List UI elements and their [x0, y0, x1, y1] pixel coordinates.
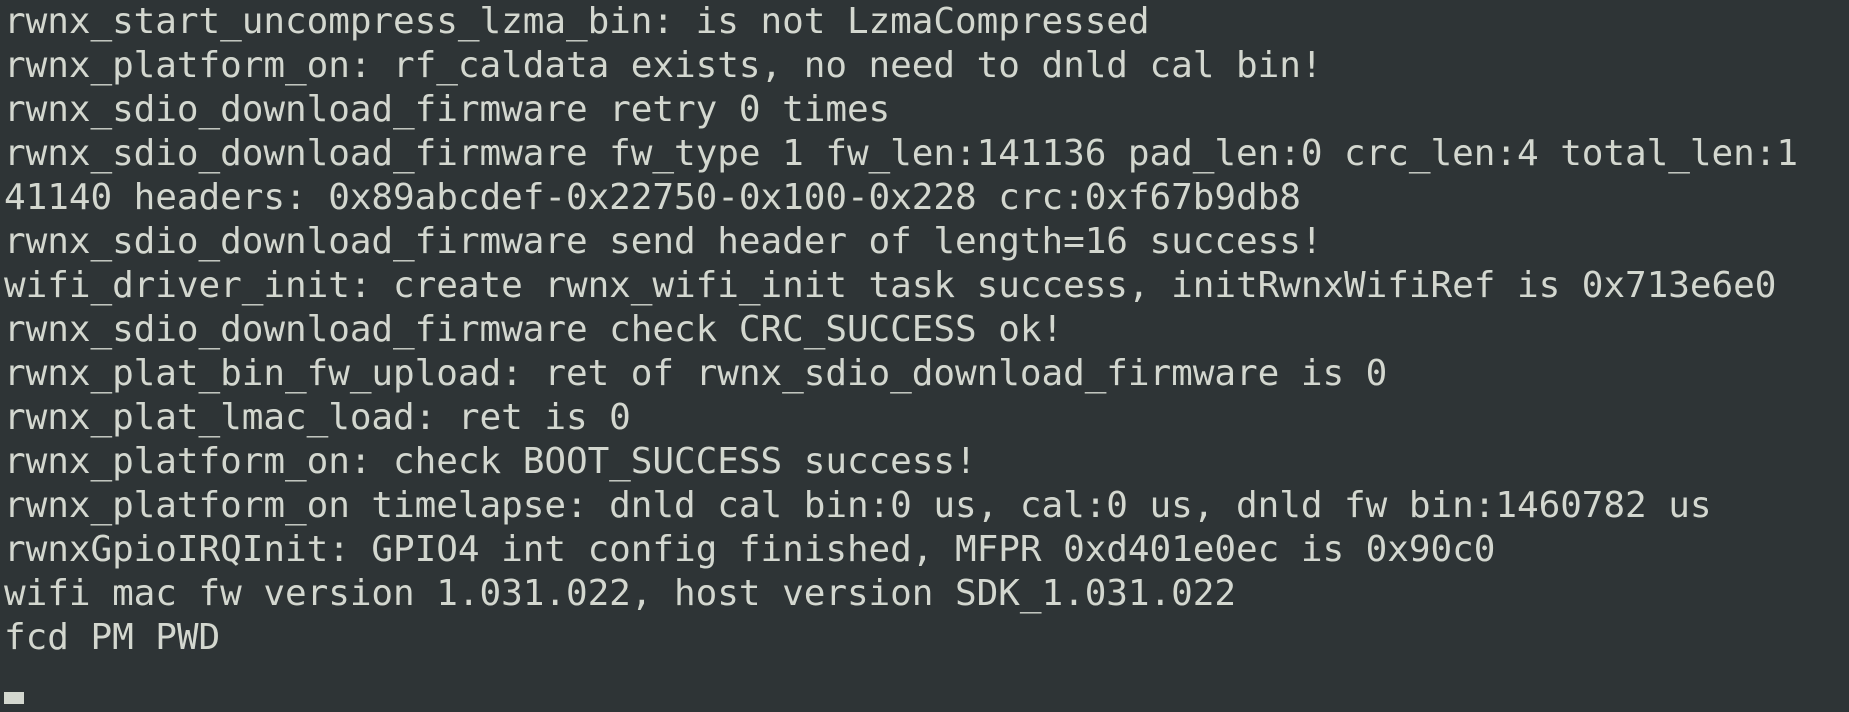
terminal-line: 41140 headers: 0x89abcdef-0x22750-0x100-…: [4, 177, 1301, 218]
terminal-line: rwnx_platform_on timelapse: dnld cal bin…: [4, 485, 1712, 526]
terminal-line: rwnx_sdio_download_firmware check CRC_SU…: [4, 309, 1064, 350]
terminal-line: fcd PM PWD: [4, 617, 221, 658]
terminal-line: rwnx_sdio_download_firmware retry 0 time…: [4, 89, 891, 130]
terminal-line: rwnx_sdio_download_firmware fw_type 1 fw…: [4, 133, 1798, 174]
terminal-line: wifi mac fw version 1.031.022, host vers…: [4, 573, 1236, 614]
terminal-line: rwnxGpioIRQInit: GPIO4 int config finish…: [4, 529, 1496, 570]
text-cursor: [4, 692, 24, 704]
terminal-line: rwnx_start_uncompress_lzma_bin: is not L…: [4, 1, 1150, 42]
terminal-line: rwnx_platform_on: rf_caldata exists, no …: [4, 45, 1323, 86]
terminal-line: rwnx_platform_on: check BOOT_SUCCESS suc…: [4, 441, 977, 482]
terminal-line: rwnx_sdio_download_firmware send header …: [4, 221, 1323, 262]
prompt-line[interactable]: [4, 660, 1849, 704]
terminal-output[interactable]: rwnx_start_uncompress_lzma_bin: is not L…: [0, 0, 1849, 712]
terminal-line: wifi_driver_init: create rwnx_wifi_init …: [4, 265, 1777, 306]
terminal-line: rwnx_plat_bin_fw_upload: ret of rwnx_sdi…: [4, 353, 1388, 394]
terminal-line: rwnx_plat_lmac_load: ret is 0: [4, 397, 631, 438]
